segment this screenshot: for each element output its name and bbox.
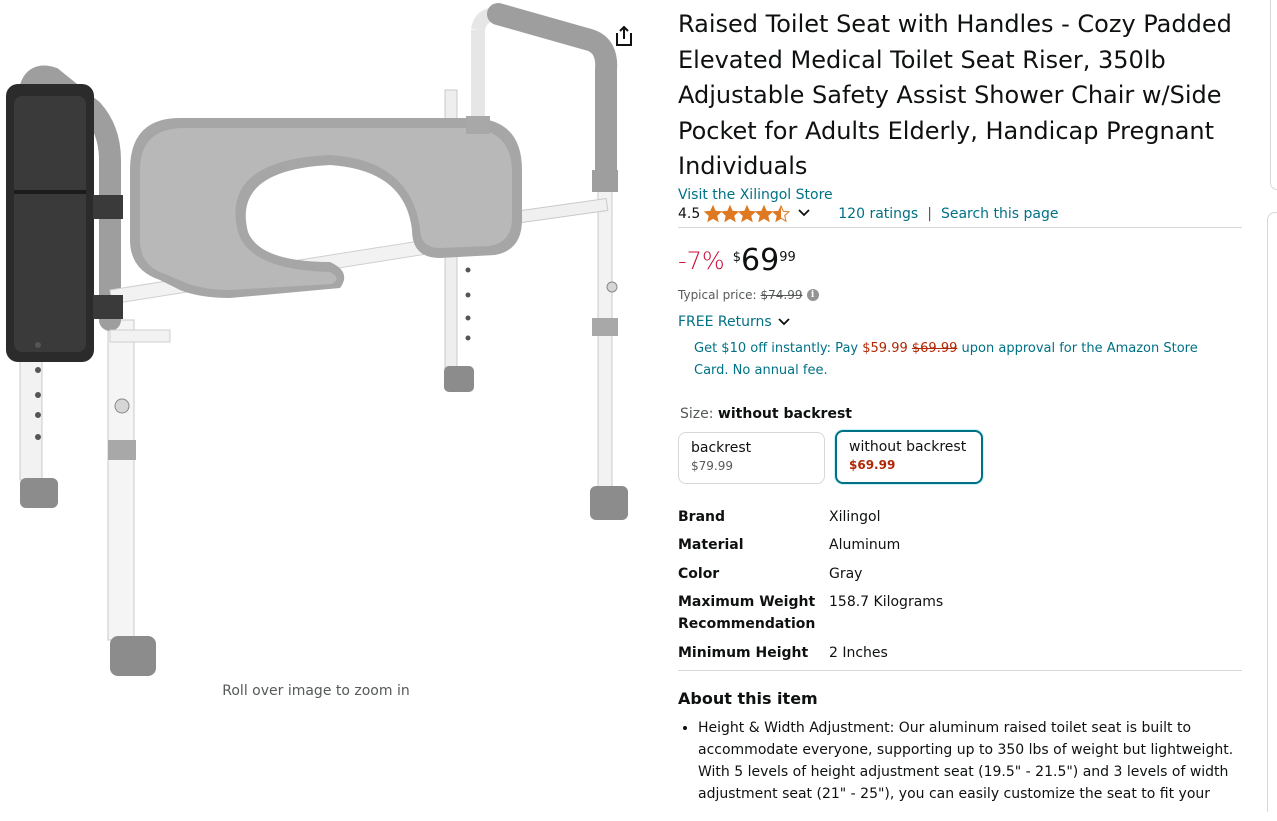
product-info: Raised Toilet Seat with Handles - Cozy P…: [678, 0, 1244, 805]
spec-row: Color Gray: [678, 563, 1244, 585]
promo-old-price: $69.99: [911, 340, 958, 356]
spec-value: Xilingol: [829, 508, 881, 525]
swatch-name: without backrest: [849, 438, 967, 455]
store-link[interactable]: Visit the Xilingol Store: [678, 187, 1244, 203]
side-panel-edge: [1270, 0, 1277, 190]
divider: [678, 226, 1242, 228]
stars-icon: [704, 204, 791, 222]
size-swatches: backrest $79.99 without backrest $69.99: [678, 429, 1244, 484]
ratings-count-link[interactable]: 120 ratings: [838, 206, 918, 222]
swatch-price: $69.99: [849, 457, 896, 472]
price-whole: 69: [741, 242, 780, 278]
swatch-price: $79.99: [691, 458, 733, 473]
price: $ 69 99: [732, 242, 796, 278]
star-rating[interactable]: [704, 204, 814, 223]
spec-row: Material Aluminum: [678, 534, 1244, 556]
product-image[interactable]: [0, 0, 650, 680]
free-returns-link[interactable]: FREE Returns: [678, 314, 1244, 330]
product-specs: Brand Xilingol Material Aluminum Color G…: [678, 506, 1244, 664]
size-label-text: Size:: [680, 405, 714, 422]
zoom-hint: Roll over image to zoom in: [222, 683, 410, 699]
search-page-link[interactable]: Search this page: [941, 206, 1059, 222]
swatch-name: backrest: [691, 439, 752, 456]
spec-value: 2 Inches: [829, 644, 888, 661]
divider: [678, 670, 1242, 671]
size-label: Size: without backrest: [680, 406, 1244, 422]
size-option-without-backrest[interactable]: without backrest $69.99: [835, 429, 983, 484]
spec-row: Minimum Height 2 Inches: [678, 642, 1244, 664]
spec-key: Material: [678, 537, 744, 553]
spec-row: Maximum Weight Recommendation 158.7 Kilo…: [678, 591, 1244, 635]
rating-row: 4.5 120 ratings | Search this page: [678, 204, 1244, 224]
store-card-promo[interactable]: Get $10 off instantly: Pay $59.99 $69.99…: [694, 338, 1214, 382]
typical-price-label: Typical price:: [678, 287, 757, 302]
size-selected: without backrest: [717, 405, 852, 422]
chevron-down-icon: [778, 317, 790, 325]
separator: |: [927, 205, 932, 222]
typical-price-value: $74.99: [760, 287, 803, 302]
free-returns-label: FREE Returns: [678, 313, 772, 330]
price-fraction: 99: [779, 249, 796, 265]
spec-value: Aluminum: [829, 537, 901, 553]
spec-row: Brand Xilingol: [678, 506, 1244, 528]
side-panel-edge-lower: [1267, 212, 1277, 812]
chevron-down-icon[interactable]: [798, 206, 810, 222]
product-image-block: Roll over image to zoom in: [0, 0, 650, 821]
spec-key: Color: [678, 565, 720, 582]
product-title: Raised Toilet Seat with Handles - Cozy P…: [678, 10, 1232, 180]
about-title: About this item: [678, 689, 818, 708]
price-symbol: $: [732, 249, 742, 265]
discount-badge: -7%: [678, 246, 725, 275]
spec-key: Minimum Height: [678, 644, 809, 661]
size-option-backrest[interactable]: backrest $79.99: [678, 431, 825, 484]
price-row: -7% $ 69 99: [678, 242, 1244, 278]
spec-value: 158.7 Kilograms: [829, 594, 944, 610]
rating-value: 4.5: [678, 205, 701, 222]
spec-value: Gray: [829, 565, 863, 582]
about-bullets: Height & Width Adjustment: Our aluminum …: [678, 717, 1238, 805]
spec-key: Maximum Weight Recommendation: [678, 594, 816, 632]
spec-key: Brand: [678, 508, 726, 525]
info-icon[interactable]: i: [806, 288, 819, 301]
typical-price: Typical price: $74.99 i: [678, 288, 1244, 302]
promo-prefix: Get $10 off instantly: Pay: [694, 340, 859, 356]
promo-sale-price: $59.99: [862, 340, 908, 356]
about-bullet: Height & Width Adjustment: Our aluminum …: [698, 717, 1238, 805]
share-icon[interactable]: [612, 24, 636, 48]
